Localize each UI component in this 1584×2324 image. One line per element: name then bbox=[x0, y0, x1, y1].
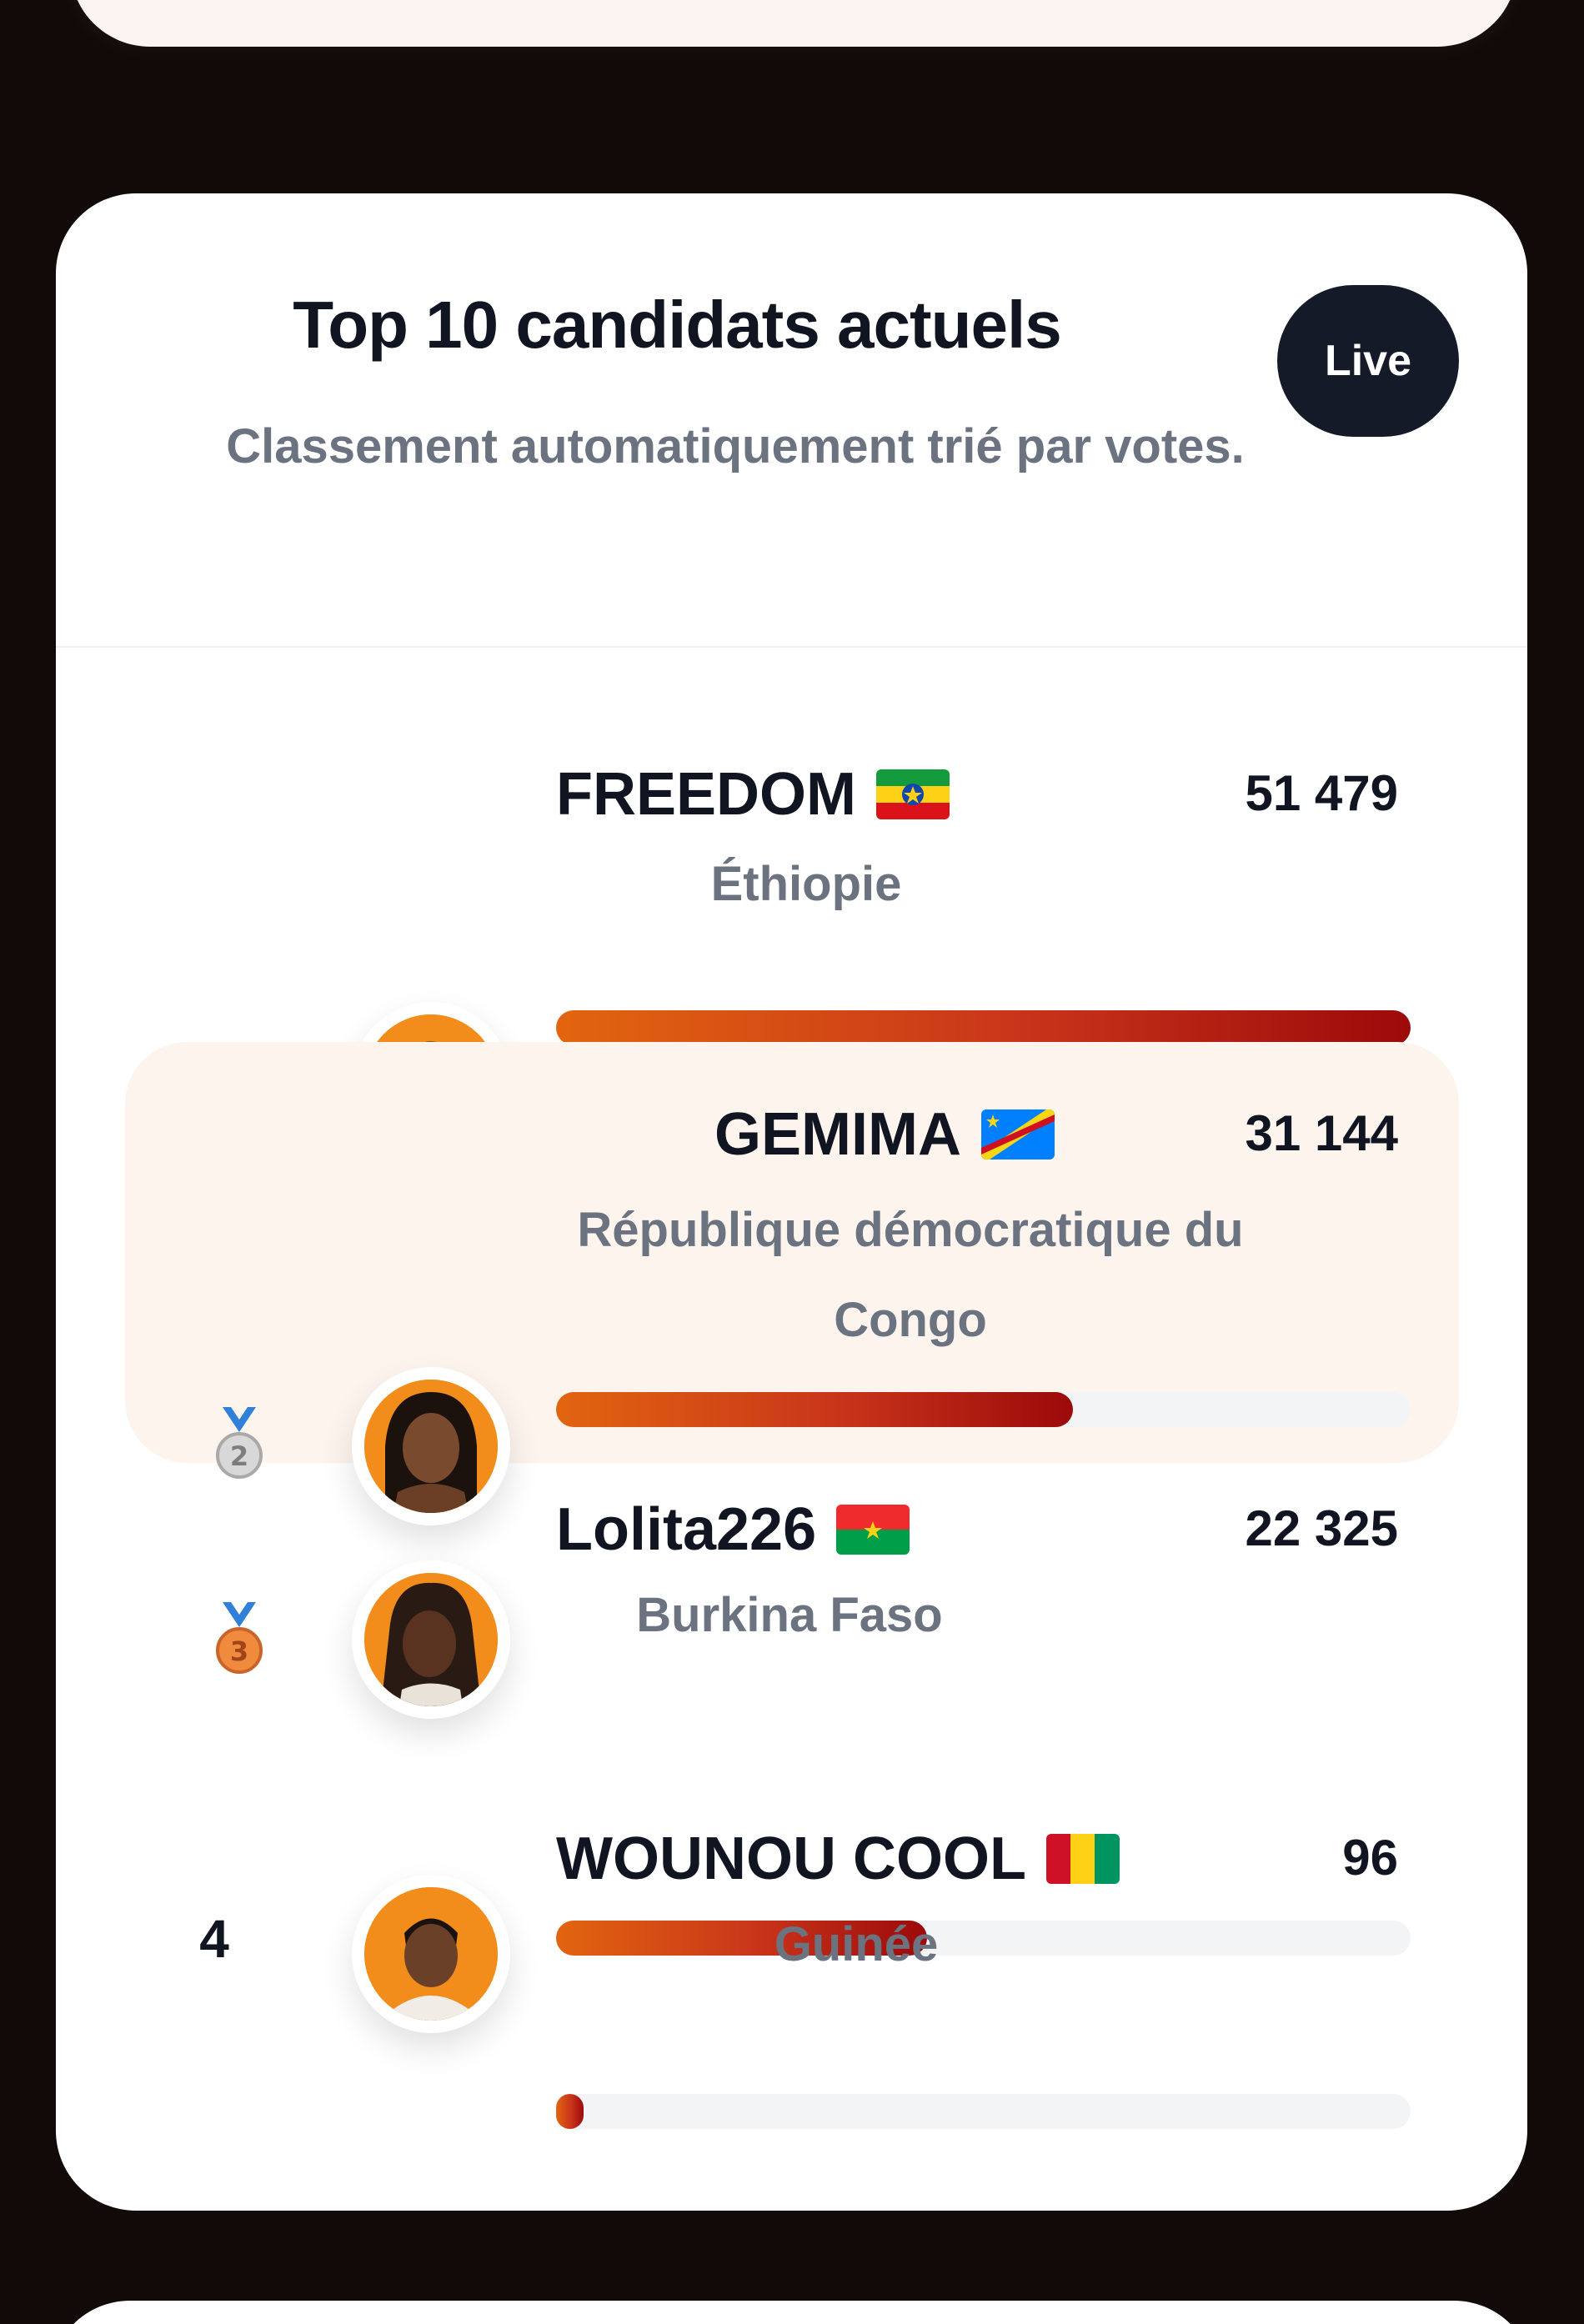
svg-text:2: 2 bbox=[230, 1440, 248, 1472]
next-card bbox=[50, 2301, 1534, 2324]
candidate-name: FREEDOM bbox=[556, 761, 856, 828]
leaderboard-card: Top 10 candidats actuels Classement auto… bbox=[56, 193, 1527, 2211]
burkina-faso-flag-icon bbox=[836, 1505, 910, 1555]
vote-progress-fill bbox=[556, 2094, 584, 2129]
vote-progress-bar bbox=[556, 1392, 1411, 1427]
candidate-votes: 51 479 bbox=[1245, 765, 1398, 821]
candidate-country: Guinée bbox=[774, 1917, 939, 1971]
drc-flag-icon bbox=[980, 1109, 1055, 1159]
candidate-name: Lolita226 bbox=[556, 1496, 817, 1563]
leaderboard-header: Top 10 candidats actuels Classement auto… bbox=[56, 193, 1527, 648]
vote-progress-fill bbox=[556, 1392, 1074, 1427]
candidate-country: Éthiopie bbox=[710, 857, 902, 911]
candidate-country: République démocratique du Congo bbox=[577, 1203, 1244, 1347]
svg-text:3: 3 bbox=[230, 1635, 248, 1667]
leaderboard-subtitle: Classement automatiquement trié par vote… bbox=[226, 419, 1245, 473]
avatar[interactable] bbox=[352, 1367, 510, 1525]
candidate-country: Burkina Faso bbox=[636, 1588, 943, 1642]
candidate-votes: 31 144 bbox=[1245, 1105, 1398, 1161]
rank-number: 4 bbox=[199, 1909, 229, 1969]
live-badge[interactable]: Live bbox=[1277, 285, 1459, 437]
vote-progress-fill bbox=[556, 1010, 1411, 1045]
guinea-flag-icon bbox=[1045, 1834, 1120, 1884]
ethiopia-flag-icon bbox=[876, 769, 950, 819]
vote-progress-bar bbox=[556, 1010, 1411, 1045]
vote-progress-bar bbox=[556, 2094, 1411, 2129]
bronze-medal-icon: 3 bbox=[216, 1602, 263, 1674]
avatar[interactable] bbox=[352, 1875, 510, 2033]
candidate-votes: 22 325 bbox=[1245, 1500, 1398, 1556]
previous-card bbox=[70, 0, 1517, 47]
avatar[interactable] bbox=[352, 1560, 510, 1719]
silver-medal-icon: 2 bbox=[216, 1407, 263, 1479]
candidate-votes: 96 bbox=[1342, 1830, 1398, 1886]
candidate-name: GEMIMA bbox=[714, 1101, 961, 1168]
candidate-name: WOUNOU COOL bbox=[556, 1826, 1026, 1892]
leaderboard-title: Top 10 candidats actuels bbox=[293, 288, 1061, 362]
